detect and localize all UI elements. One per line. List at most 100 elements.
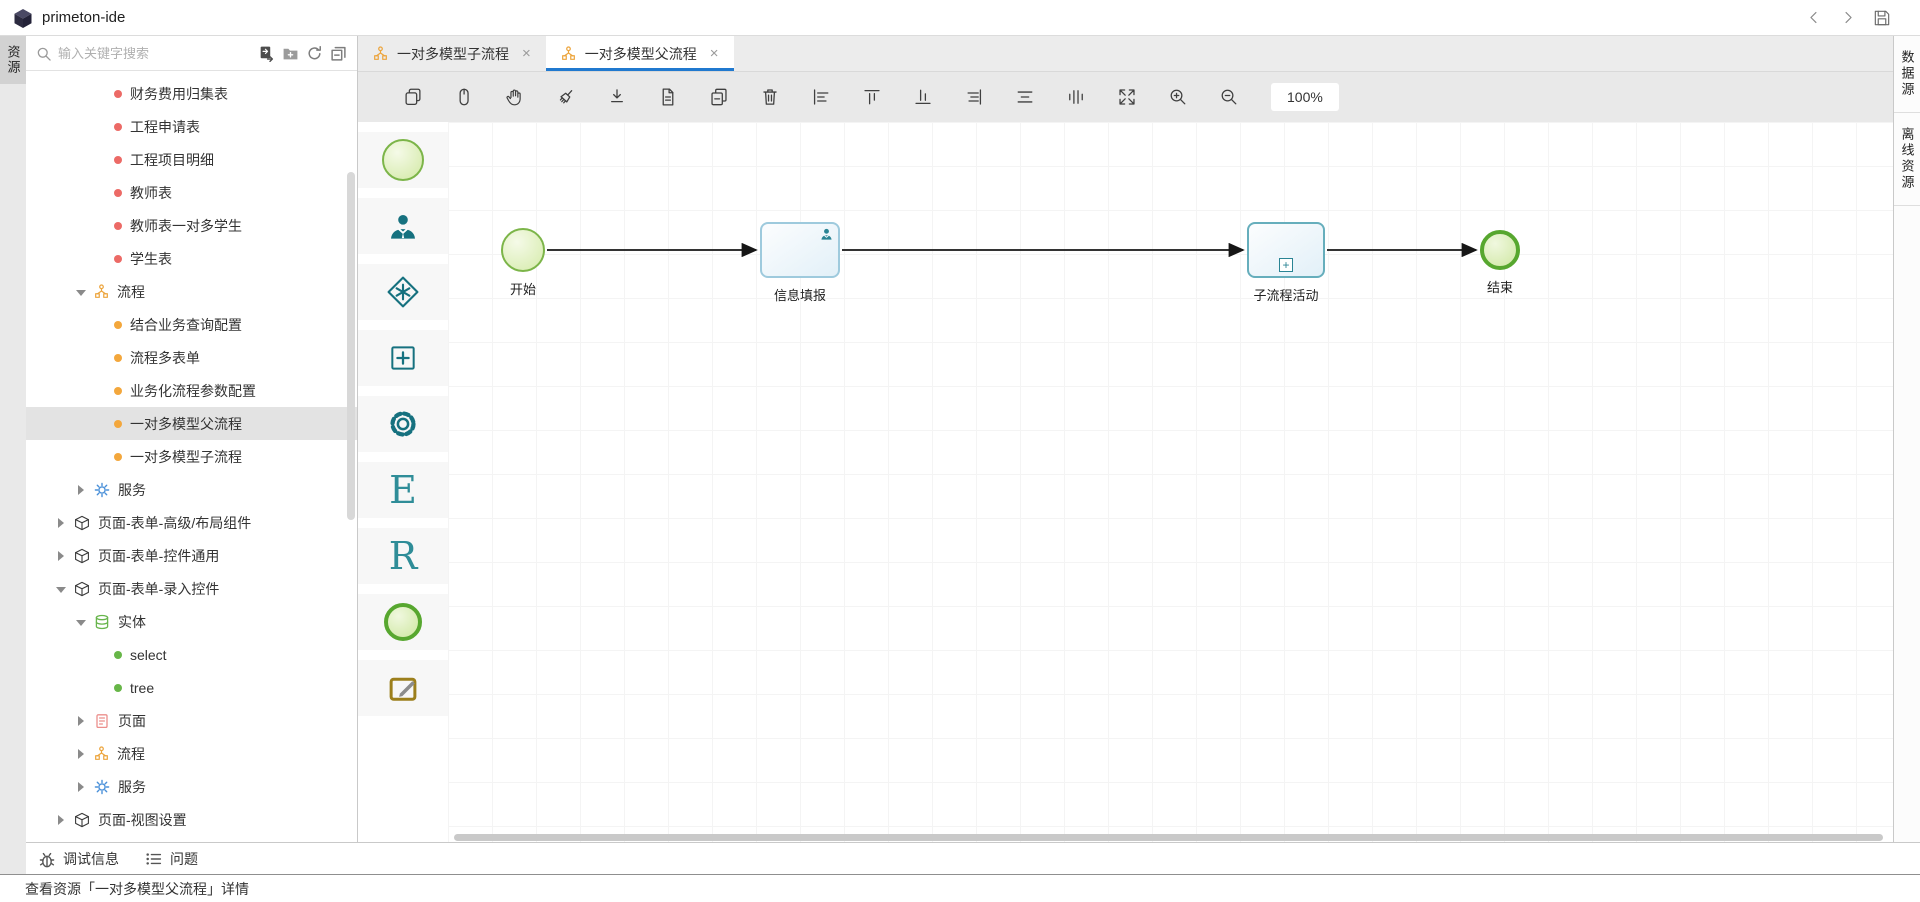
tree-item[interactable]: 页面-表单-控件通用	[26, 539, 357, 572]
chevron-right-icon[interactable]	[76, 716, 86, 726]
tree-item[interactable]: 服务	[26, 473, 357, 506]
zoom-in-button[interactable]	[1167, 86, 1189, 108]
tree-item[interactable]: 业务化流程参数配置	[26, 374, 357, 407]
document-button[interactable]	[657, 86, 679, 108]
editor-tab[interactable]: 一对多模型子流程×	[358, 36, 546, 71]
tree-item[interactable]: 流程	[26, 737, 357, 770]
bottom-tab-label: 调试信息	[63, 849, 119, 869]
chevron-right-icon[interactable]	[56, 518, 66, 528]
palette-item-annotation[interactable]	[358, 660, 448, 716]
align-bottom-button[interactable]	[912, 86, 934, 108]
chevron-right-icon[interactable]	[76, 485, 86, 495]
bullet-icon	[114, 255, 122, 263]
user-task-badge-icon	[819, 227, 834, 242]
tree-item[interactable]: tree	[26, 671, 357, 704]
tree-item[interactable]: 流程	[26, 275, 357, 308]
gear-blue-icon	[94, 482, 110, 498]
left-rail-tab-resources[interactable]: 资源	[0, 36, 26, 84]
import-resource-button[interactable]	[258, 45, 275, 62]
pointer-button[interactable]	[453, 86, 475, 108]
tree-item[interactable]: 工程申请表	[26, 110, 357, 143]
chevron-right-icon[interactable]	[76, 749, 86, 759]
tree-item[interactable]: 页面-视图设置	[26, 803, 357, 836]
right-rail: 数据源离线资源	[1893, 36, 1920, 842]
align-right-button[interactable]	[963, 86, 985, 108]
close-icon[interactable]: ×	[522, 45, 531, 62]
copy-style-button[interactable]	[402, 86, 424, 108]
chevron-down-icon[interactable]	[76, 287, 86, 297]
diagram-node-subprocess[interactable]: +	[1247, 222, 1325, 278]
align-left-button[interactable]	[810, 86, 832, 108]
tree-item[interactable]: 教师表一对多学生	[26, 209, 357, 242]
diagram-node-start[interactable]	[501, 228, 545, 272]
chevron-right-icon[interactable]	[56, 815, 66, 825]
distribute-vertical-button[interactable]	[1065, 86, 1087, 108]
bullet-icon	[114, 321, 122, 329]
download-button[interactable]	[606, 86, 628, 108]
zoom-level[interactable]: 100%	[1271, 83, 1339, 111]
bullet-icon	[114, 156, 122, 164]
tree-item[interactable]: 页面-表单-高级/布局组件	[26, 506, 357, 539]
search-input[interactable]	[58, 46, 251, 61]
chevron-right-icon[interactable]	[56, 551, 66, 561]
package-icon	[74, 515, 90, 531]
tree-item[interactable]: 学生表	[26, 242, 357, 275]
palette-item-gateway[interactable]	[358, 264, 448, 320]
align-center-horizontal-button[interactable]	[1014, 86, 1036, 108]
fit-view-button[interactable]	[1116, 86, 1138, 108]
tree-item[interactable]: 一对多模型父流程	[26, 407, 357, 440]
zoom-out-button[interactable]	[1218, 86, 1240, 108]
bullet-icon	[114, 387, 122, 395]
canvas-horizontal-scrollbar[interactable]	[454, 834, 1883, 841]
diagram-node-end[interactable]	[1480, 230, 1520, 270]
bullet-icon	[114, 420, 122, 428]
debug-info-tab[interactable]: 调试信息	[38, 849, 119, 869]
align-top-button[interactable]	[861, 86, 883, 108]
diagram-canvas[interactable]: 开始信息填报+子流程活动结束	[448, 122, 1893, 842]
tree-item[interactable]: 教师表	[26, 176, 357, 209]
tree-item[interactable]: 页面	[26, 704, 357, 737]
palette-item-service-task[interactable]	[358, 396, 448, 452]
clear-button[interactable]	[555, 86, 577, 108]
save-button[interactable]	[1872, 8, 1892, 28]
nav-back-button[interactable]	[1806, 9, 1823, 26]
editor-tab[interactable]: 一对多模型父流程×	[546, 36, 734, 71]
problems-icon	[145, 850, 163, 868]
tree-item[interactable]: 工程项目明细	[26, 143, 357, 176]
collapse-all-button[interactable]	[330, 45, 347, 62]
tree-item[interactable]: 一对多模型子流程	[26, 440, 357, 473]
palette-item-end-event[interactable]	[358, 594, 448, 650]
tree-item-label: tree	[130, 680, 154, 696]
tree-item[interactable]: 财务费用归集表	[26, 77, 357, 110]
nav-forward-button[interactable]	[1839, 9, 1856, 26]
problems-tab[interactable]: 问题	[145, 849, 198, 869]
left-rail: 资源	[0, 36, 26, 874]
chevron-right-icon[interactable]	[76, 782, 86, 792]
palette-item-subprocess[interactable]	[358, 330, 448, 386]
tree-item[interactable]: 实体	[26, 605, 357, 638]
status-bar: 查看资源「一对多模型父流程」详情	[0, 874, 1920, 902]
pan-button[interactable]	[504, 86, 526, 108]
right-rail-tab-datasource[interactable]: 数据源	[1894, 36, 1920, 113]
duplicate-button[interactable]	[708, 86, 730, 108]
diagram-node-user-task[interactable]	[760, 222, 840, 278]
refresh-button[interactable]	[306, 45, 323, 62]
chevron-down-icon[interactable]	[76, 617, 86, 627]
titlebar-actions	[1806, 8, 1908, 28]
palette-item-entity-e[interactable]: E	[358, 462, 448, 518]
delete-button[interactable]	[759, 86, 781, 108]
palette-item-start-event[interactable]	[358, 132, 448, 188]
tree-item[interactable]: 流程多表单	[26, 341, 357, 374]
chevron-down-icon[interactable]	[56, 584, 66, 594]
expand-subprocess-icon[interactable]: +	[1279, 258, 1293, 272]
tree-item[interactable]: 结合业务查询配置	[26, 308, 357, 341]
palette-item-entity-r[interactable]: R	[358, 528, 448, 584]
right-rail-tab-offline-resources[interactable]: 离线资源	[1894, 113, 1920, 206]
close-icon[interactable]: ×	[710, 45, 719, 62]
tree-scrollbar[interactable]	[347, 172, 355, 520]
palette-item-user-task[interactable]	[358, 198, 448, 254]
new-folder-button[interactable]	[282, 45, 299, 62]
tree-item[interactable]: 服务	[26, 770, 357, 803]
tree-item[interactable]: 页面-表单-录入控件	[26, 572, 357, 605]
tree-item[interactable]: select	[26, 638, 357, 671]
